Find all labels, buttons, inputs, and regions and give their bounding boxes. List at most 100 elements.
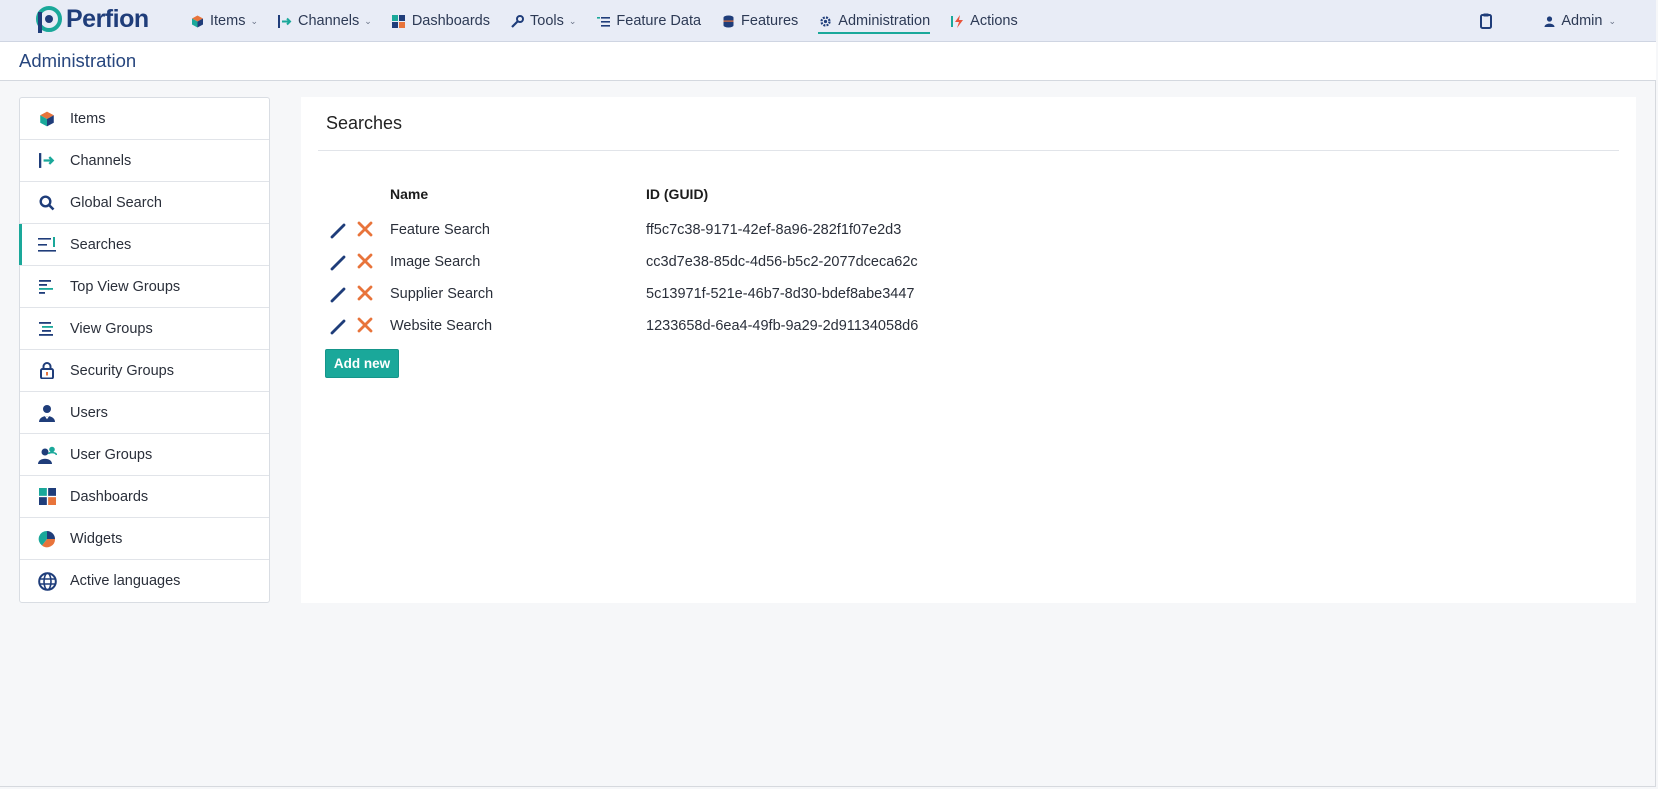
sidebar-item-label: Security Groups — [70, 362, 174, 379]
sidebar-item-label: Global Search — [70, 194, 162, 211]
search-name: Feature Search — [390, 222, 490, 238]
table-row: Supplier Search 5c13971f-521e-46b7-8d30-… — [301, 279, 1636, 311]
edit-pencil-icon[interactable] — [330, 317, 348, 340]
nav-channels[interactable]: Channels ⌄ — [278, 0, 372, 42]
page-header: Administration — [0, 42, 1656, 81]
database-icon — [721, 14, 735, 28]
perfion-logo-icon — [36, 5, 62, 33]
add-new-button[interactable]: Add new — [325, 349, 399, 378]
nav-items[interactable]: Items ⌄ — [190, 0, 258, 42]
top-view-groups-icon — [36, 276, 58, 298]
brand-logo[interactable]: Perfion — [36, 5, 149, 34]
column-header-name: Name — [390, 186, 429, 202]
wrench-icon — [510, 14, 524, 28]
nav-items-label: Items — [210, 13, 246, 29]
divider — [318, 150, 1619, 151]
lock-icon — [36, 360, 58, 382]
chevron-down-icon: ⌄ — [1608, 15, 1616, 26]
sidebar-item-label: Searches — [70, 236, 132, 253]
clipboard-icon[interactable] — [1480, 13, 1493, 29]
cube-icon — [190, 14, 204, 28]
search-icon — [36, 192, 58, 214]
delete-x-icon[interactable] — [357, 221, 373, 242]
sidebar-item-label: Items — [70, 110, 106, 127]
nav-features-label: Features — [741, 13, 799, 29]
main-menu: Items ⌄ Channels ⌄ Dashboards Tools ⌄ Fe… — [190, 0, 1038, 42]
sidebar-item-label: Widgets — [70, 530, 123, 547]
sidebar-item-label: Channels — [70, 152, 132, 169]
channel-arrow-icon — [36, 150, 58, 172]
delete-x-icon[interactable] — [357, 253, 373, 274]
sidebar-item-label: Active languages — [70, 573, 181, 589]
page-title: Administration — [19, 50, 137, 71]
edit-pencil-icon[interactable] — [330, 221, 348, 244]
nav-tools[interactable]: Tools ⌄ — [510, 0, 576, 42]
sidebar-item-label: View Groups — [70, 320, 153, 337]
user-group-icon — [36, 444, 58, 466]
admin-sidebar: Items Channels Global Search Searches To… — [19, 97, 270, 603]
column-header-guid: ID (GUID) — [646, 186, 709, 202]
dashboard-grid-icon — [36, 486, 58, 508]
sidebar-item-dashboards[interactable]: Dashboards — [20, 476, 269, 518]
gear-icon — [818, 14, 832, 28]
searches-panel: Searches Name ID (GUID) Feature Search f… — [301, 97, 1636, 603]
view-groups-icon — [36, 318, 58, 340]
cube-icon — [36, 108, 58, 130]
search-guid: 1233658d-6ea4-49fb-9a29-2d91134058d6 — [646, 318, 919, 334]
chevron-down-icon: ⌄ — [568, 15, 577, 26]
searches-list-icon — [36, 234, 58, 256]
nav-dashboards[interactable]: Dashboards — [392, 0, 490, 42]
nav-channels-label: Channels — [298, 13, 360, 29]
channel-arrow-icon — [278, 14, 292, 28]
sidebar-item-global-search[interactable]: Global Search — [20, 182, 269, 224]
search-guid: 5c13971f-521e-46b7-8d30-bdef8abe3447 — [646, 286, 915, 302]
nav-dashboards-label: Dashboards — [411, 13, 490, 29]
list-icon — [596, 14, 610, 28]
sidebar-item-users[interactable]: Users — [20, 392, 269, 434]
edit-pencil-icon[interactable] — [330, 285, 348, 308]
sidebar-item-label: Users — [70, 404, 108, 421]
sidebar-item-widgets[interactable]: Widgets — [20, 518, 269, 560]
sidebar-item-view-groups[interactable]: View Groups — [20, 308, 269, 350]
sidebar-item-items[interactable]: Items — [20, 98, 269, 140]
sidebar-item-label: Top View Groups — [70, 278, 181, 295]
nav-actions[interactable]: Actions — [950, 0, 1018, 42]
user-icon — [1544, 15, 1555, 27]
nav-right-tools: Admin ⌄ — [1480, 0, 1616, 42]
delete-x-icon[interactable] — [357, 317, 373, 338]
table-row: Website Search 1233658d-6ea4-49fb-9a29-2… — [301, 311, 1636, 343]
table-row: Image Search cc3d7e38-85dc-4d56-b5c2-207… — [301, 247, 1636, 279]
search-guid: cc3d7e38-85dc-4d56-b5c2-2077dceca62c — [646, 254, 918, 270]
sidebar-item-top-view-groups[interactable]: Top View Groups — [20, 266, 269, 308]
globe-icon — [36, 570, 58, 592]
nav-feature-data[interactable]: Feature Data — [596, 0, 701, 42]
sidebar-item-user-groups[interactable]: User Groups — [20, 434, 269, 476]
table-row: Feature Search ff5c7c38-9171-42ef-8a96-2… — [301, 215, 1636, 247]
search-name: Website Search — [390, 318, 493, 334]
search-guid: ff5c7c38-9171-42ef-8a96-282f1f07e2d3 — [646, 222, 902, 238]
dashboard-grid-icon — [392, 14, 406, 28]
bolt-icon — [950, 14, 964, 28]
user-icon — [36, 402, 58, 424]
user-menu[interactable]: Admin ⌄ — [1544, 13, 1616, 29]
sidebar-item-searches[interactable]: Searches — [19, 224, 269, 266]
pie-chart-icon — [36, 528, 58, 550]
chevron-down-icon: ⌄ — [250, 15, 258, 26]
delete-x-icon[interactable] — [357, 285, 373, 306]
nav-features[interactable]: Features — [721, 0, 798, 42]
user-menu-label: Admin — [1561, 13, 1603, 29]
top-navigation-bar: Perfion Items ⌄ Channels ⌄ Dashboards To… — [0, 0, 1656, 42]
nav-actions-label: Actions — [970, 13, 1018, 29]
sidebar-item-label: Dashboards — [70, 488, 149, 505]
sidebar-item-security-groups[interactable]: Security Groups — [20, 350, 269, 392]
chevron-down-icon: ⌄ — [364, 15, 372, 26]
sidebar-item-active-languages[interactable]: Active languages — [20, 560, 269, 602]
panel-title: Searches — [326, 113, 403, 133]
edit-pencil-icon[interactable] — [330, 253, 348, 276]
search-name: Supplier Search — [390, 286, 494, 302]
brand-name: Perfion — [66, 5, 149, 33]
nav-administration[interactable]: Administration — [818, 0, 930, 42]
sidebar-item-channels[interactable]: Channels — [20, 140, 269, 182]
sidebar-item-label: User Groups — [70, 446, 153, 463]
nav-tools-label: Tools — [530, 13, 564, 29]
